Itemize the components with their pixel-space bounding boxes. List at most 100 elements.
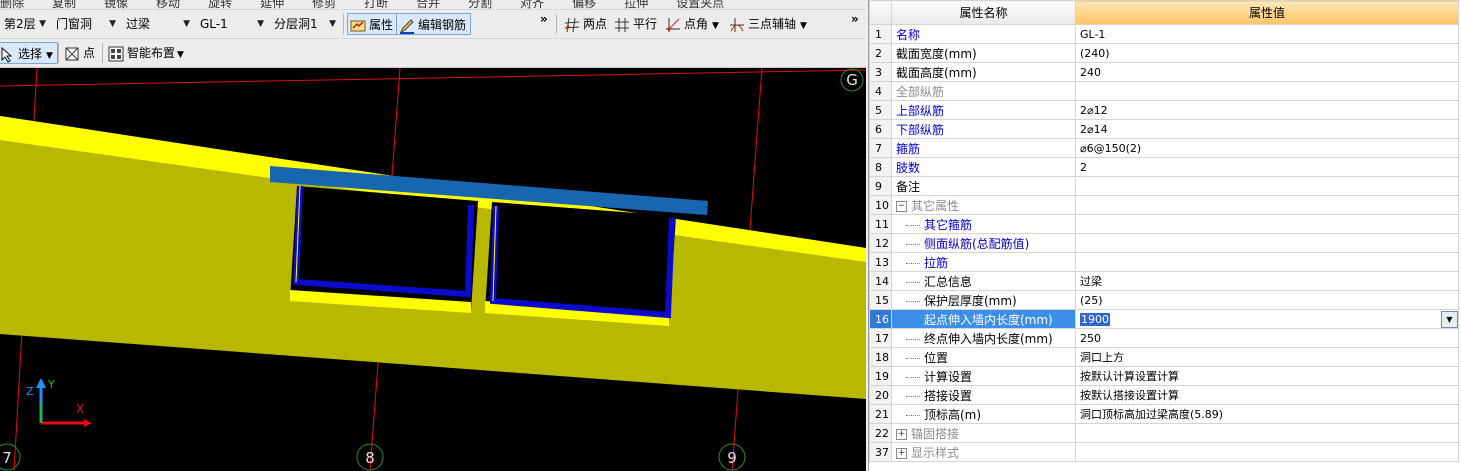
property-value-cell[interactable]: 1900 (1075, 309, 1459, 329)
layer-select[interactable]: 分层洞1 ▼ (270, 14, 340, 34)
property-name-cell[interactable]: + 显示样式 (891, 442, 1076, 462)
3d-viewport[interactable]: G 7 8 9 Z Y X (0, 68, 866, 471)
edit-rebar-button[interactable]: 编辑钢筋 (396, 13, 472, 35)
property-value-cell[interactable]: GL-1 (1075, 24, 1459, 44)
select-button[interactable]: 选择 ▼ (0, 42, 58, 64)
property-name-cell[interactable]: 箍筋 (891, 138, 1076, 158)
property-name-cell[interactable]: 位置 (891, 347, 1076, 367)
cutoff-toolbar-item[interactable]: 延伸 (260, 0, 284, 9)
property-name-cell[interactable]: 起点伸入墙内长度(mm) (891, 309, 1076, 329)
property-value-cell[interactable] (1075, 442, 1459, 462)
expand-icon[interactable]: + (896, 447, 907, 459)
property-name-cell[interactable]: 肢数 (891, 157, 1076, 177)
header-value[interactable]: 属性值 (1075, 0, 1459, 25)
cutoff-toolbar-item[interactable]: 偏移 (572, 0, 596, 9)
property-row[interactable]: 19 计算设置 按默认计算设置计算 (869, 366, 1459, 386)
parallel-axis-button[interactable]: 平行 (612, 13, 661, 35)
property-name-cell[interactable]: 搭接设置 (891, 385, 1076, 405)
toolbar-overflow-icon[interactable]: » (851, 12, 859, 26)
property-value-cell[interactable] (1075, 195, 1459, 215)
property-row[interactable]: 18 位置 洞口上方 (869, 347, 1459, 367)
cutoff-toolbar-item[interactable]: 设置夹点 (676, 0, 724, 9)
property-name-cell[interactable]: 备注 (891, 176, 1076, 196)
property-value-cell[interactable]: 240 (1075, 62, 1459, 82)
point-button[interactable]: 点 (62, 42, 99, 64)
property-name-cell[interactable]: 拉筋 (891, 252, 1076, 272)
cutoff-toolbar-item[interactable]: 对齐 (520, 0, 544, 9)
cutoff-toolbar-item[interactable]: 合并 (416, 0, 440, 9)
property-row[interactable]: 15 保护层厚度(mm) (25) (869, 290, 1459, 310)
property-value-cell[interactable] (1075, 214, 1459, 234)
property-value-cell[interactable] (1075, 176, 1459, 196)
property-name-cell[interactable]: − 其它属性 (891, 195, 1076, 215)
property-value-cell[interactable]: 2 (1075, 157, 1459, 177)
cutoff-toolbar-item[interactable]: 修剪 (312, 0, 336, 9)
cutoff-toolbar-item[interactable]: 移动 (156, 0, 180, 9)
property-row[interactable]: 14 汇总信息 过梁 (869, 271, 1459, 291)
property-row[interactable]: 8 肢数 2 (869, 157, 1459, 177)
property-value-cell[interactable]: (240) (1075, 43, 1459, 63)
property-row[interactable]: 10− 其它属性 (869, 195, 1459, 215)
property-name-cell[interactable]: + 锚固搭接 (891, 423, 1076, 443)
attribute-button[interactable]: 属性 (347, 13, 399, 35)
property-name-cell[interactable]: 计算设置 (891, 366, 1076, 386)
property-row[interactable]: 37 + 显示样式 (869, 442, 1459, 462)
property-row[interactable]: 7 箍筋 ⌀6@150(2) (869, 138, 1459, 158)
property-name-cell[interactable]: 保护层厚度(mm) (891, 290, 1076, 310)
property-value-cell[interactable]: (25) (1075, 290, 1459, 310)
property-value-cell[interactable]: 2⌀14 (1075, 119, 1459, 139)
property-value-editor[interactable]: 1900 (1080, 312, 1110, 326)
cutoff-toolbar-item[interactable]: 旋转 (208, 0, 232, 9)
property-name-cell[interactable]: 截面高度(mm) (891, 62, 1076, 82)
property-name-cell[interactable]: 下部纵筋 (891, 119, 1076, 139)
property-value-cell[interactable]: 过梁 (1075, 271, 1459, 291)
type-select[interactable]: 过梁 ▼ (122, 14, 194, 34)
point-angle-button[interactable]: 点角 ▼ (663, 13, 723, 35)
property-row[interactable]: 9 备注 (869, 176, 1459, 196)
property-row[interactable]: 12 侧面纵筋(总配筋值) (869, 233, 1459, 253)
property-row[interactable]: 4 全部纵筋 (869, 81, 1459, 101)
property-name-cell[interactable]: 名称 (891, 24, 1076, 44)
two-point-axis-button[interactable]: 两点 (562, 13, 611, 35)
three-point-axis-button[interactable]: 三点辅轴 ▼ (727, 13, 811, 35)
cutoff-toolbar-item[interactable]: 分割 (468, 0, 492, 9)
property-value-cell[interactable] (1075, 423, 1459, 443)
cutoff-toolbar-item[interactable]: 复制 (52, 0, 76, 9)
property-row[interactable]: 6 下部纵筋 2⌀14 (869, 119, 1459, 139)
header-name[interactable]: 属性名称 (891, 0, 1076, 25)
property-row[interactable]: 2 截面宽度(mm) (240) (869, 43, 1459, 63)
property-value-cell[interactable]: ⌀6@150(2) (1075, 138, 1459, 158)
category-select[interactable]: 门窗洞 ▼ (52, 14, 120, 34)
property-name-cell[interactable]: 终点伸入墙内长度(mm) (891, 328, 1076, 348)
property-row[interactable]: 22 + 锚固搭接 (869, 423, 1459, 443)
property-name-cell[interactable]: 上部纵筋 (891, 100, 1076, 120)
property-name-cell[interactable]: 全部纵筋 (891, 81, 1076, 101)
component-select[interactable]: GL-1 ▼ (196, 14, 268, 34)
collapse-icon[interactable]: − (896, 200, 907, 212)
property-value-cell[interactable]: 250 (1075, 328, 1459, 348)
floor-select[interactable]: 第2层 ▼ (0, 14, 50, 34)
smart-layout-button[interactable]: 智能布置 ▼ (106, 42, 188, 64)
cutoff-toolbar-item[interactable]: 拉伸 (624, 0, 648, 9)
property-row[interactable]: 13 拉筋 (869, 252, 1459, 272)
property-row[interactable]: 5 上部纵筋 2⌀12 (869, 100, 1459, 120)
cutoff-toolbar-item[interactable]: 镜像 (104, 0, 128, 9)
property-value-cell[interactable] (1075, 252, 1459, 272)
value-dropdown-button[interactable]: ▼ (1441, 311, 1458, 328)
property-value-cell[interactable]: 按默认搭接设置计算 (1075, 385, 1459, 405)
property-name-cell[interactable]: 顶标高(m) (891, 404, 1076, 424)
property-name-cell[interactable]: 截面宽度(mm) (891, 43, 1076, 63)
property-row[interactable]: 17 终点伸入墙内长度(mm) 250 (869, 328, 1459, 348)
property-value-cell[interactable] (1075, 233, 1459, 253)
cutoff-toolbar-item[interactable]: 删除 (0, 0, 24, 9)
property-row[interactable]: 3 截面高度(mm) 240 (869, 62, 1459, 82)
property-row[interactable]: 20 搭接设置 按默认搭接设置计算 (869, 385, 1459, 405)
property-value-cell[interactable] (1075, 81, 1459, 101)
property-value-cell[interactable]: 按默认计算设置计算 (1075, 366, 1459, 386)
property-value-cell[interactable]: 洞口上方 (1075, 347, 1459, 367)
property-row[interactable]: 1 名称 GL-1 (869, 24, 1459, 44)
property-row[interactable]: 21 顶标高(m) 洞口顶标高加过梁高度(5.89) (869, 404, 1459, 424)
property-row[interactable]: 16 起点伸入墙内长度(mm) 1900 (869, 309, 1459, 329)
cutoff-toolbar-item[interactable]: 打断 (364, 0, 388, 9)
property-name-cell[interactable]: 侧面纵筋(总配筋值) (891, 233, 1076, 253)
